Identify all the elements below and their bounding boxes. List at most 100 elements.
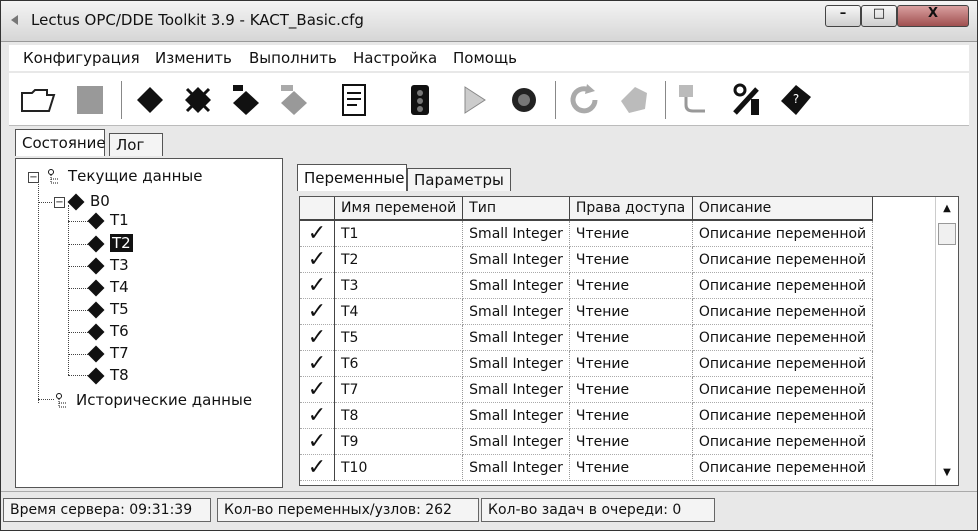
variables-panel: Переменные Параметры Имя переменой Тип П… [291,158,963,486]
variable-icon [87,212,105,229]
table-row[interactable]: ✓ T10 Small Integer Чтение Описание пере… [300,454,874,481]
cell-name: T8 [334,402,464,429]
checkmark-icon[interactable]: ✓ [300,376,335,403]
tree-node-historical-data[interactable]: Исторические данные [54,391,252,409]
scroll-up-icon[interactable]: ▲ [936,199,958,219]
refresh-icon[interactable] [565,81,603,119]
add-variable-icon[interactable] [227,81,265,119]
tab-status[interactable]: Состояние [15,129,106,156]
tree-line [68,375,88,376]
erase-icon[interactable] [615,81,653,119]
tree-label: T2 [110,234,133,252]
table-row[interactable]: ✓ T1 Small Integer Чтение Описание перем… [300,220,874,247]
tree-item-t5[interactable]: T5 [87,300,129,318]
table-row[interactable]: ✓ T5 Small Integer Чтение Описание перем… [300,324,874,351]
scroll-thumb[interactable] [938,223,956,245]
cell-type: Small Integer [462,220,570,247]
cell-type: Small Integer [462,298,570,325]
close-button[interactable]: X [897,5,969,27]
status-server-time: Время сервера: 09:31:39 [3,498,211,522]
collapse-icon[interactable]: − [54,197,65,208]
open-folder-icon[interactable] [19,81,57,119]
cell-name: T10 [334,454,464,481]
cell-access: Чтение [569,246,693,273]
table-row[interactable]: ✓ T6 Small Integer Чтение Описание перем… [300,350,874,377]
tree-item-t8[interactable]: T8 [87,366,129,384]
tree-node-current-data[interactable]: Текущие данные [46,167,202,185]
cell-access: Чтение [569,220,693,247]
menu-configuration[interactable]: Конфигурация [23,49,140,67]
tab-log[interactable]: Лог [109,133,163,156]
cell-description: Описание переменной [692,272,874,299]
variable-disabled-icon[interactable] [275,81,313,119]
collapse-icon[interactable]: − [28,172,39,183]
tab-parameters[interactable]: Параметры [407,168,511,191]
variable-icon [87,367,105,384]
checkmark-icon[interactable]: ✓ [300,220,335,247]
column-header-description[interactable]: Описание [692,197,874,221]
tree-item-t1[interactable]: T1 [87,211,129,229]
tree-node-b0[interactable]: B0 [67,192,110,210]
tree-item-t4[interactable]: T4 [87,278,129,296]
column-header-type[interactable]: Тип [462,197,570,221]
menu-run[interactable]: Выполнить [249,49,337,67]
checkmark-icon[interactable]: ✓ [300,272,335,299]
menu-edit[interactable]: Изменить [155,49,232,67]
variable-icon [87,235,105,252]
title-bar[interactable]: Lectus OPC/DDE Toolkit 3.9 - KACT_Basic.… [1,1,977,42]
table-row[interactable]: ✓ T3 Small Integer Чтение Описание перем… [300,272,874,299]
tree-item-t2[interactable]: T2 [87,234,133,252]
delete-icon[interactable] [179,81,217,119]
toolbar-separator [665,81,666,119]
table-row[interactable]: ✓ T9 Small Integer Чтение Описание перем… [300,428,874,455]
checkmark-icon[interactable]: ✓ [300,324,335,351]
connection-icon[interactable] [673,81,711,119]
checkmark-icon[interactable]: ✓ [300,298,335,325]
tree-item-t6[interactable]: T6 [87,322,129,340]
checkmark-icon[interactable]: ✓ [300,454,335,481]
minimize-button[interactable]: – [825,5,861,27]
play-icon[interactable] [455,81,493,119]
table-row[interactable]: ✓ T4 Small Integer Чтение Описание перем… [300,298,874,325]
table-row[interactable]: ✓ T7 Small Integer Чтение Описание перем… [300,376,874,403]
column-header-name[interactable]: Имя переменой [334,197,464,221]
add-node-icon[interactable] [131,81,169,119]
svg-text:?: ? [793,92,799,106]
close-icon: X [927,6,939,21]
checkmark-icon[interactable]: ✓ [300,402,335,429]
menu-settings[interactable]: Настройка [353,49,437,67]
tab-variables[interactable]: Переменные [297,164,407,191]
cell-access: Чтение [569,272,693,299]
help-book-icon[interactable]: ? [777,81,815,119]
window-title: Lectus OPC/DDE Toolkit 3.9 - KACT_Basic.… [31,11,364,29]
tree-item-t7[interactable]: T7 [87,344,129,362]
checkmark-icon[interactable]: ✓ [300,246,335,273]
run-icon[interactable] [401,81,439,119]
table-row[interactable]: ✓ T8 Small Integer Чтение Описание перем… [300,402,874,429]
table-row[interactable]: ✓ T2 Small Integer Чтение Описание перем… [300,246,874,273]
data-folder-icon [56,392,66,407]
checkmark-icon[interactable]: ✓ [300,350,335,377]
tree-label: T6 [110,322,129,340]
node-icon [67,193,85,210]
tree-label: Исторические данные [76,391,253,409]
stop-icon[interactable] [505,81,543,119]
save-icon[interactable] [71,81,109,119]
tree-line [38,202,52,203]
menu-help[interactable]: Помощь [453,49,517,67]
tree-item-t3[interactable]: T3 [87,256,129,274]
tools-icon[interactable] [729,81,767,119]
tree-label: T7 [110,344,129,362]
tree-line [38,179,39,403]
tree-view: − Текущие данные − B0 T1 T2 T3 T4 T5 T6 … [15,158,283,488]
column-header-access[interactable]: Права доступа [569,197,693,221]
scroll-down-icon[interactable]: ▼ [936,463,958,483]
cell-description: Описание переменной [692,350,874,377]
tree-line [68,354,88,355]
cell-name: T4 [334,298,464,325]
checkmark-icon[interactable]: ✓ [300,428,335,455]
tree-label: Текущие данные [68,167,203,185]
maximize-button[interactable]: □ [861,5,897,27]
vertical-scrollbar[interactable]: ▲ ▼ [935,197,958,485]
edit-document-icon[interactable] [335,81,373,119]
